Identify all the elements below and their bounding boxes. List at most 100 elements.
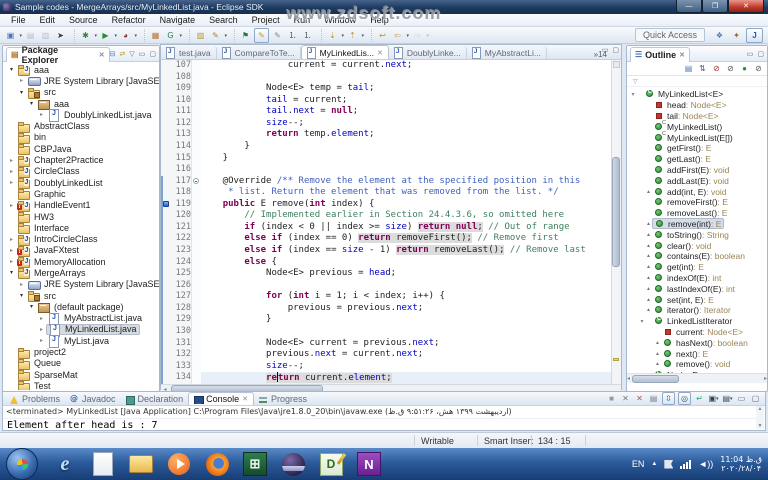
java-ee-perspective-icon[interactable]: ✦ [729, 29, 744, 42]
menu-search[interactable]: Search [202, 14, 245, 27]
minimize-button[interactable]: — [676, 0, 702, 13]
tree-item[interactable]: ▾ J MergeArrays [5, 267, 159, 280]
code-line[interactable]: 130 [161, 325, 611, 338]
network-icon[interactable] [680, 459, 692, 469]
terminate-icon[interactable]: ■ [606, 393, 617, 404]
outline-item[interactable]: ▲ lastIndexOf(E) : int [627, 283, 767, 294]
outline-item[interactable]: ▾ MyLinkedList<E> [627, 89, 767, 100]
forward-icon[interactable]: ⇨ ▾ [411, 29, 429, 42]
expand-icon[interactable]: ▾ [27, 100, 36, 107]
tree-item[interactable]: Queue [5, 358, 159, 370]
prev-annotation-icon[interactable]: ⇡ ▾ [346, 29, 364, 42]
taskbar-document[interactable] [90, 451, 116, 477]
expand-icon[interactable]: ▾ [638, 318, 646, 325]
refresh-icon[interactable]: G ▾ [164, 29, 182, 42]
minimize-icon[interactable]: ▭ [736, 393, 747, 404]
dropdown-arrow-icon[interactable]: ▾ [716, 396, 719, 402]
outline-item[interactable]: removeLast() : E [627, 208, 767, 219]
expand-icon[interactable]: ▸ [37, 337, 46, 344]
tree-item[interactable]: CBPJava [5, 143, 159, 156]
search-flag-icon[interactable]: ⚑ [239, 29, 252, 42]
taskbar-excel[interactable]: ⊞ [242, 451, 268, 477]
expand-icon[interactable]: ▸ [7, 236, 16, 243]
tree-item[interactable]: ▾ src [5, 290, 159, 303]
tree-item[interactable]: ▸ J! MemoryAllocation [5, 256, 159, 269]
occurrence-mark[interactable] [613, 358, 619, 362]
dropdown-arrow-icon[interactable]: ▾ [730, 396, 733, 402]
outline-hscrollbar[interactable]: ◂ ▸ [627, 373, 767, 383]
outline-item[interactable]: ▲ add(int, E) : void [627, 186, 767, 197]
console-tab-javadoc[interactable]: Javadoc [65, 393, 121, 405]
maximize-button[interactable]: ❐ [702, 0, 728, 13]
code-line[interactable]: 110 tail = current; [161, 94, 611, 107]
save-icon[interactable]: ▤ [24, 29, 37, 42]
editor-tab[interactable]: DoublyLinke... [388, 46, 467, 59]
editor-minimize-icon[interactable]: ▭ [602, 46, 609, 54]
dropdown-arrow-icon[interactable]: ▾ [179, 33, 182, 39]
tree-item[interactable]: ▾ (default package) [5, 301, 159, 314]
tree-item[interactable]: ▾ Jaaa [5, 64, 159, 77]
vertical-scrollbar[interactable] [612, 157, 620, 268]
display-console-icon[interactable]: ▣ ▾ [708, 393, 719, 404]
code-line[interactable]: 115 } [161, 152, 611, 165]
code-line[interactable]: 132 previous.next = current.next; [161, 349, 611, 361]
start-button[interactable] [6, 448, 38, 480]
outline-item[interactable]: head : Node<E> [627, 100, 767, 111]
expand-icon[interactable]: ▸ [17, 77, 26, 84]
action-center-icon[interactable] [664, 459, 674, 469]
expand-icon[interactable]: ▸ [7, 247, 16, 254]
back-icon[interactable]: ⇦ ▾ [391, 29, 409, 42]
code-line[interactable]: 116 [161, 164, 611, 176]
view-close-icon[interactable]: ✕ [99, 51, 105, 59]
annotate-icon[interactable]: ✎ ▾ [209, 29, 227, 42]
tree-item[interactable]: ▸ MyAbstractList.java [5, 312, 159, 326]
outline-item[interactable]: ▾ LinkedListIterator [627, 316, 767, 327]
edit-small-icon[interactable]: ✎ [271, 29, 284, 42]
code-line[interactable]: 129 } [161, 314, 611, 326]
pin-console-icon[interactable]: ◎ [678, 392, 691, 405]
outline-item[interactable]: ▲ hasNext() : boolean [627, 337, 767, 348]
taskbar-media-player[interactable] [166, 451, 192, 477]
expand-icon[interactable]: ▸ [7, 157, 16, 164]
console-output[interactable]: Element after head is : 7 [3, 419, 765, 431]
collapse-icon[interactable] [193, 177, 199, 184]
outline-item[interactable]: ▲ indexOf(E) : int [627, 273, 767, 284]
close-button[interactable]: ✕ [728, 0, 764, 13]
code-line[interactable]: 127 for (int i = 1; i < index; i++) { [161, 291, 611, 303]
dropdown-arrow-icon[interactable]: ▾ [361, 33, 364, 39]
editor-tab[interactable]: test.java [161, 46, 217, 59]
tree-item[interactable]: ▸ J CircleClass [5, 166, 159, 178]
tray-expand-icon[interactable]: ▲ [651, 461, 657, 467]
collapse-all-icon[interactable]: ⊟ [110, 50, 116, 58]
expand-icon[interactable]: ▸ [7, 179, 16, 186]
editor-tab[interactable]: MyLinkedLis...✕ [300, 45, 389, 59]
taskbar-onenote[interactable]: N [356, 451, 382, 477]
code-line[interactable]: 126 [161, 279, 611, 292]
expand-icon[interactable]: ▾ [629, 91, 637, 98]
expand-icon[interactable]: ▾ [17, 89, 26, 96]
outline-item[interactable]: ▲ remove() : void [627, 359, 767, 370]
editor-tab[interactable]: MyAbstractLi... [466, 46, 547, 59]
code-line[interactable]: 134 return current.element; [161, 372, 611, 384]
tab-close-icon[interactable]: ✕ [377, 49, 383, 57]
quick-access-button[interactable]: Quick Access [634, 28, 705, 42]
hscroll-thumb[interactable] [632, 374, 680, 383]
outline-item[interactable]: ▲ set(int, E) : E [627, 294, 767, 305]
overview-ruler[interactable] [611, 60, 621, 384]
code-line[interactable]: 123 else if (index == size - 1) return r… [161, 245, 611, 257]
expand-icon[interactable]: ▸ [37, 111, 46, 118]
tree-item[interactable]: ▸ J! HandleEvent1 [5, 200, 159, 212]
code-line[interactable]: 124 else { [161, 256, 611, 269]
outline-item[interactable]: ▲ next() : E [627, 348, 767, 359]
outline-item[interactable]: MyLinkedList(E[]) [627, 131, 767, 143]
outline-item[interactable]: addFirst(E) : void [627, 165, 767, 176]
expand-icon[interactable]: ▸ [7, 202, 16, 209]
run-icon[interactable]: ▶ ▾ [99, 29, 117, 42]
editor-maximize-icon[interactable]: ▢ [612, 46, 619, 54]
package-explorer-tab[interactable]: ▤ Package Explorer ✕ [6, 45, 110, 65]
menu-project[interactable]: Project [245, 14, 287, 27]
new-java-project-icon[interactable]: ▦ [149, 29, 162, 42]
last-edit-icon[interactable]: ↩ [376, 29, 389, 42]
hide-non-public-icon[interactable]: ● [739, 63, 750, 74]
import-icon[interactable]: ▨ [194, 29, 207, 42]
